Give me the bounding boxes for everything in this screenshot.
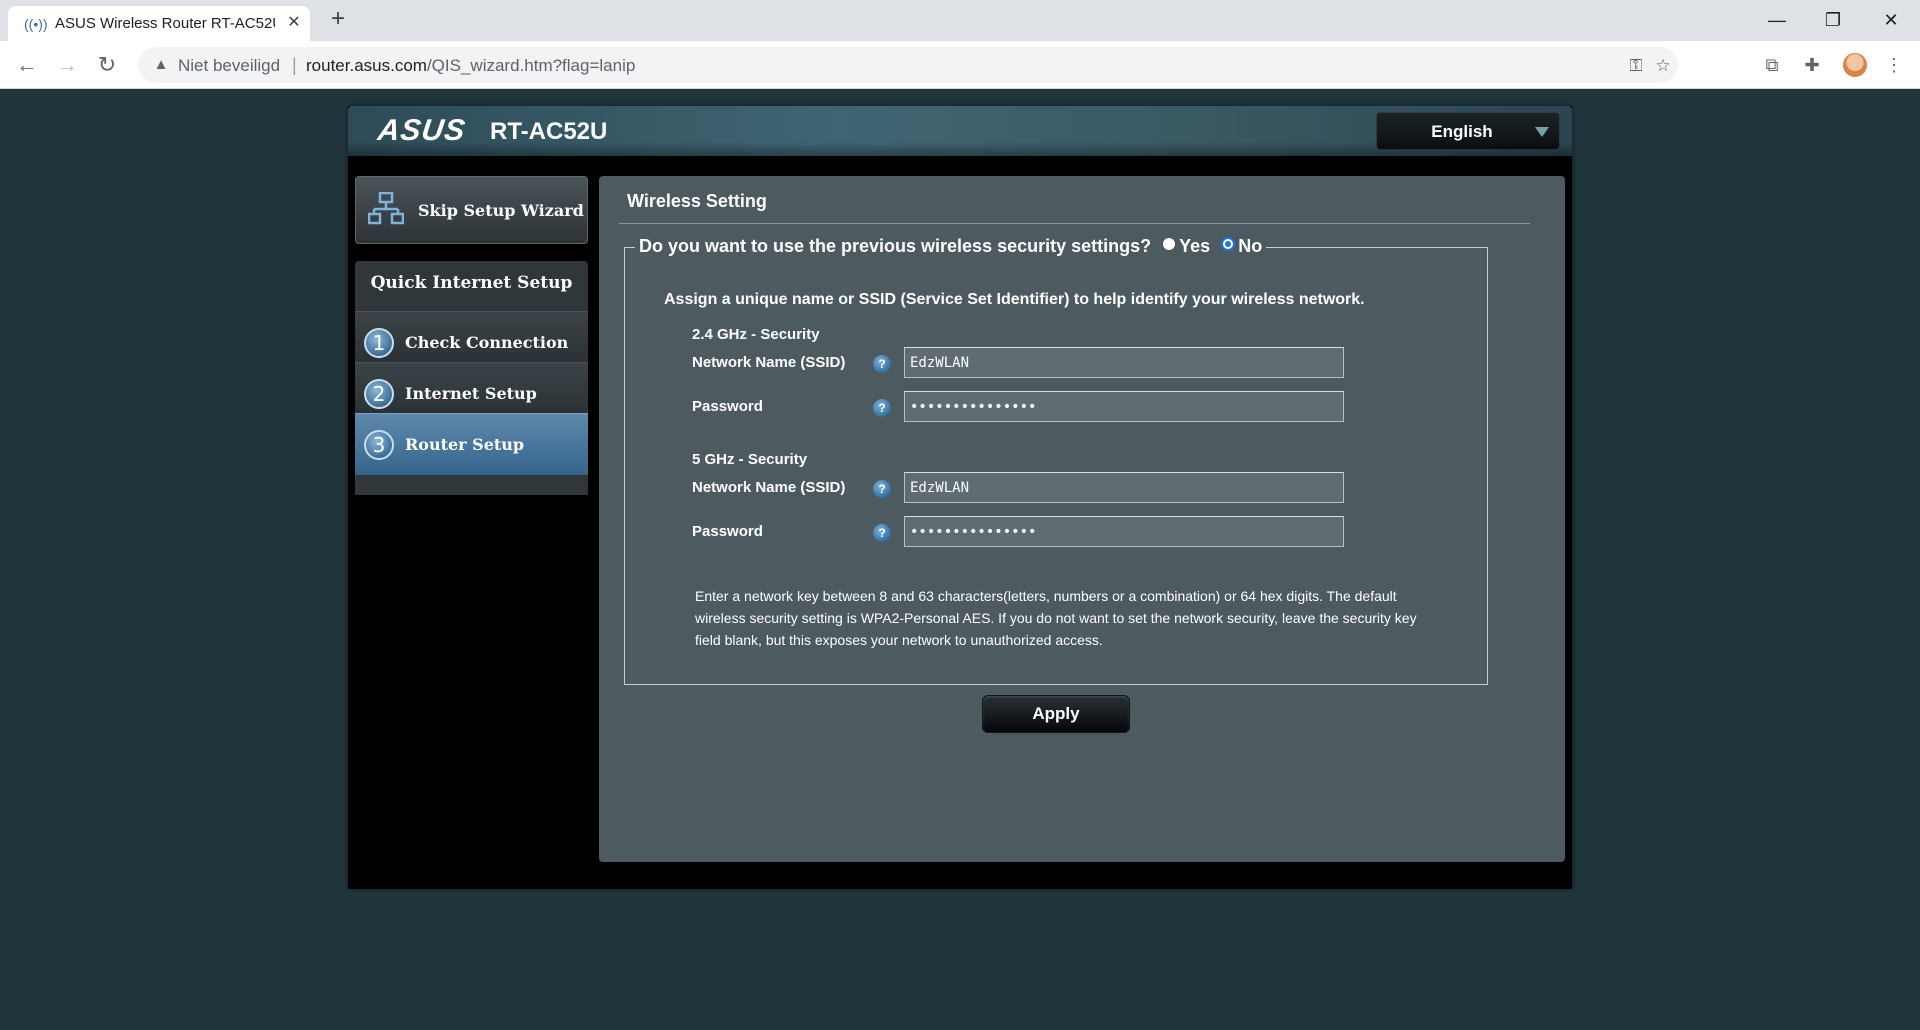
- page-title: Wireless Setting: [627, 191, 767, 211]
- step-label: Internet Setup: [405, 384, 537, 403]
- extensions-icon[interactable]: ✚: [1800, 53, 1824, 77]
- router-header: ASUS RT-AC52U English: [348, 106, 1572, 156]
- step-label: Check Connection: [405, 333, 569, 352]
- tab-title: ASUS Wireless Router RT-AC52U: [55, 15, 275, 32]
- yes-label[interactable]: Yes: [1179, 236, 1210, 256]
- wifi-favicon-icon: ((•)): [24, 16, 48, 32]
- tab-close-icon[interactable]: ✕: [284, 13, 304, 33]
- router-page: ASUS RT-AC52U English Skip Setup Wizard …: [0, 89, 1920, 1030]
- skip-setup-wizard-label: Skip Setup Wizard: [418, 201, 584, 220]
- minimize-icon[interactable]: —: [1757, 5, 1797, 35]
- chevron-down-icon: [1535, 127, 1549, 137]
- no-label[interactable]: No: [1238, 236, 1262, 256]
- step-router-setup[interactable]: 3 Router Setup: [355, 413, 588, 475]
- title-divider: [619, 223, 1530, 224]
- quick-internet-setup-menu: Quick Internet Setup 1 Check Connection …: [355, 261, 588, 495]
- new-tab-button[interactable]: +: [326, 7, 350, 32]
- previous-settings-question: Do you want to use the previous wireless…: [635, 236, 1267, 257]
- ssid-5-label: Network Name (SSID): [692, 479, 846, 496]
- warning-icon[interactable]: ▲: [152, 56, 170, 74]
- cast-icon[interactable]: ⧉: [1760, 53, 1784, 77]
- forward-icon[interactable]: →: [53, 51, 81, 79]
- step-label: Router Setup: [405, 435, 525, 454]
- help-icon[interactable]: ?: [873, 480, 891, 498]
- no-radio[interactable]: [1221, 237, 1236, 251]
- question-text: Do you want to use the previous wireless…: [639, 236, 1152, 256]
- restore-icon[interactable]: ❐: [1813, 5, 1853, 35]
- ssid-24-input[interactable]: EdzWLAN: [904, 347, 1344, 378]
- apply-button[interactable]: Apply: [982, 695, 1130, 733]
- key-icon[interactable]: ⚿: [1625, 55, 1647, 77]
- qis-title: Quick Internet Setup: [370, 273, 573, 293]
- password-5-label: Password: [692, 523, 763, 540]
- browser-tab[interactable]: ((•)) ASUS Wireless Router RT-AC52U ✕: [8, 6, 310, 41]
- network-icon: [368, 192, 404, 225]
- star-icon[interactable]: ☆: [1652, 55, 1674, 77]
- password-24-input[interactable]: •••••••••••••••: [904, 391, 1344, 422]
- back-icon[interactable]: ←: [13, 51, 41, 79]
- wireless-security-fieldset: Do you want to use the previous wireless…: [624, 236, 1488, 685]
- reload-icon[interactable]: ↻: [93, 51, 121, 79]
- skip-setup-wizard-button[interactable]: Skip Setup Wizard: [355, 176, 588, 244]
- router-frame: ASUS RT-AC52U English Skip Setup Wizard …: [348, 106, 1572, 889]
- help-icon[interactable]: ?: [873, 524, 891, 542]
- step-number-icon: 2: [364, 379, 394, 409]
- help-icon[interactable]: ?: [873, 355, 891, 373]
- step-number-icon: 3: [364, 430, 394, 460]
- model-name: RT-AC52U: [490, 118, 608, 145]
- menu-icon[interactable]: ⋮: [1882, 53, 1906, 77]
- browser-tab-bar: ((•)) ASUS Wireless Router RT-AC52U ✕ + …: [0, 0, 1920, 41]
- ssid-5-input[interactable]: EdzWLAN: [904, 472, 1344, 503]
- address-bar[interactable]: ▲ Niet beveiligd | router.asus.com/QIS_w…: [138, 47, 1678, 83]
- help-icon[interactable]: ?: [873, 399, 891, 417]
- network-key-note: Enter a network key between 8 and 63 cha…: [695, 588, 1417, 648]
- yes-radio[interactable]: [1162, 237, 1177, 251]
- language-select[interactable]: English: [1376, 112, 1560, 150]
- close-window-icon[interactable]: ✕: [1871, 5, 1911, 35]
- profile-avatar[interactable]: [1843, 53, 1867, 77]
- security-label[interactable]: Niet beveiligd: [178, 56, 280, 76]
- ssid-intro-text: Assign a unique name or SSID (Service Se…: [664, 291, 1365, 308]
- band-24-heading: 2.4 GHz - Security: [692, 326, 820, 343]
- wireless-setting-panel: Wireless Setting Do you want to use the …: [599, 176, 1565, 862]
- url-text[interactable]: router.asus.com/QIS_wizard.htm?flag=lani…: [306, 56, 635, 76]
- band-5-heading: 5 GHz - Security: [692, 451, 808, 468]
- browser-toolbar: ← → ↻ ▲ Niet beveiligd | router.asus.com…: [0, 41, 1920, 89]
- url-separator: |: [292, 55, 297, 75]
- ssid-24-label: Network Name (SSID): [692, 354, 846, 371]
- url-host: router.asus.com: [306, 56, 427, 75]
- password-24-label: Password: [692, 398, 763, 415]
- language-label: English: [1431, 122, 1493, 141]
- step-number-icon: 1: [364, 328, 394, 358]
- asus-logo: ASUS: [375, 114, 468, 147]
- password-5-input[interactable]: •••••••••••••••: [904, 516, 1344, 547]
- url-path: /QIS_wizard.htm?flag=lanip: [426, 56, 636, 75]
